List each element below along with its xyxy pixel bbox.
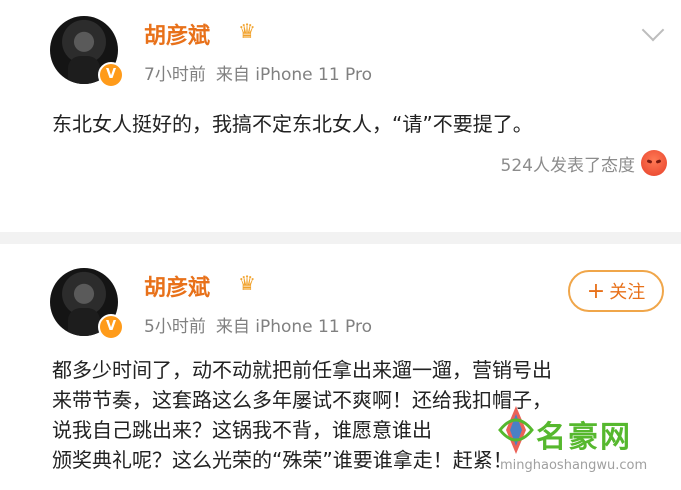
post-text-line: 来带节奏，这套路这么多年屡试不爽啊！还给我扣帽子，: [52, 388, 552, 412]
post-time: 7小时前: [144, 65, 206, 85]
author-name[interactable]: 胡彦斌: [144, 18, 210, 50]
post-meta: 7小时前 来自 iPhone 11 Pro: [144, 60, 372, 85]
site-watermark: 名豪网 minghaoshangwu.com: [492, 400, 672, 484]
verified-v-icon: V: [98, 62, 124, 88]
verified-v-icon: V: [98, 314, 124, 340]
crown-icon: ♛: [238, 271, 256, 295]
weibo-post-1: V 胡彦斌 ♛ 7小时前 来自 iPhone 11 Pro 东北女人挺好的，我搞不…: [0, 0, 681, 232]
watermark-title: 名豪网: [536, 420, 632, 455]
post-time: 5小时前: [144, 317, 206, 337]
post-separator: [0, 232, 681, 244]
post-text-line: 颁奖典礼呢？这么光荣的“殊荣”谁要谁拿走！赶紧！: [52, 448, 513, 472]
post-text: 东北女人挺好的，我搞不定东北女人，“请”不要提了。: [52, 112, 533, 136]
watermark-logo: [498, 406, 534, 454]
plus-icon: +: [586, 278, 606, 304]
reaction-summary[interactable]: 524人发表了态度: [501, 150, 667, 176]
author-name[interactable]: 胡彦斌: [144, 270, 210, 302]
post-text-line: 说我自己跳出来？这锅我不背，谁愿意谁出: [52, 418, 432, 442]
angry-face-icon: [641, 150, 667, 176]
reaction-count: 524人发表了态度: [500, 155, 635, 176]
chevron-down-icon[interactable]: [641, 18, 665, 42]
follow-label: 关注: [609, 282, 646, 303]
crown-icon: ♛: [238, 19, 256, 43]
post-text-line: 都多少时间了，动不动就把前任拿出来遛一遛，营销号出: [52, 358, 552, 382]
follow-button[interactable]: + 关注: [568, 270, 664, 312]
post-meta: 5小时前 来自 iPhone 11 Pro: [144, 312, 372, 337]
watermark-url: minghaoshangwu.com: [500, 458, 648, 473]
post-source: 来自 iPhone 11 Pro: [215, 65, 373, 85]
post-source: 来自 iPhone 11 Pro: [215, 317, 373, 337]
